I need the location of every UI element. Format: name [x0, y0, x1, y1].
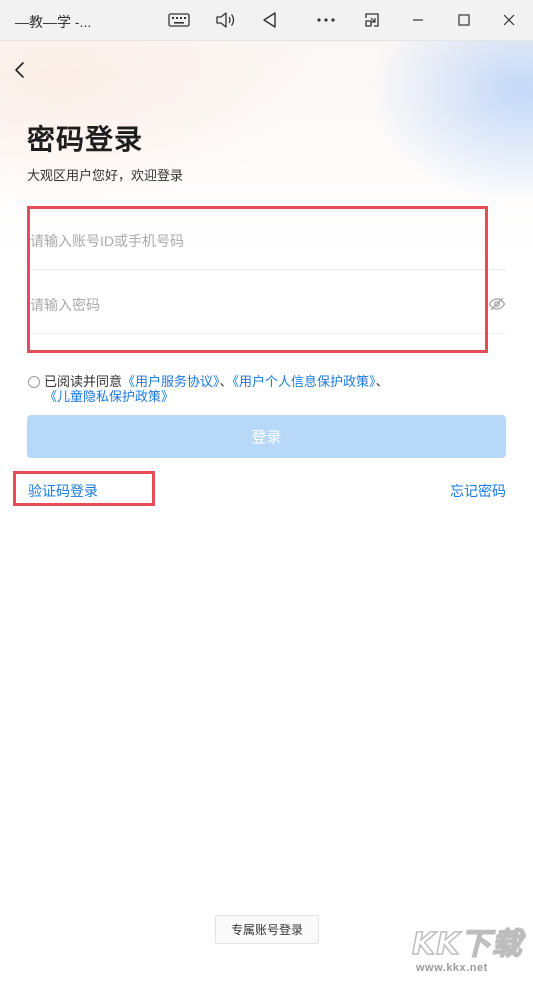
watermark-char: K — [411, 927, 436, 963]
login-button[interactable]: 登录 — [27, 415, 506, 458]
agree-separator: 、 — [219, 374, 233, 389]
more-icon[interactable] — [314, 8, 338, 32]
user-service-agreement-link[interactable]: 《用户服务协议》 — [122, 374, 220, 389]
watermark-char: K — [435, 927, 460, 963]
back-chevron-icon[interactable] — [10, 60, 30, 80]
page-subtitle: 大观区用户您好，欢迎登录 — [27, 168, 184, 183]
forgot-password-link[interactable]: 忘记密码 — [450, 481, 506, 501]
minimize-icon[interactable] — [406, 8, 430, 32]
agree-separator: 、 — [375, 374, 389, 389]
eye-off-icon[interactable] — [488, 295, 506, 313]
maximize-icon[interactable] — [452, 8, 476, 32]
agree-prefix: 已阅读并同意 — [44, 374, 123, 389]
window-titlebar: —教—学 -... — [0, 0, 533, 41]
agreement-text: 已阅读并同意《用户服务协议》、《用户个人信息保护政策》、《儿童隐私保护政策》 — [28, 374, 508, 404]
watermark-url: www.kkx.net — [416, 962, 488, 974]
close-icon[interactable] — [497, 8, 521, 32]
highlight-box-sms — [13, 471, 155, 506]
highlight-box-inputs — [27, 206, 488, 353]
volume-icon[interactable] — [213, 8, 237, 32]
agree-radio[interactable] — [28, 376, 40, 388]
watermark-char: 下 — [460, 927, 492, 963]
window-title: —教—学 -... — [15, 14, 92, 30]
child-privacy-policy-link[interactable]: 《儿童隐私保护政策》 — [44, 389, 174, 404]
exclusive-account-login-button[interactable]: 专属账号登录 — [215, 915, 319, 944]
keyboard-icon[interactable] — [167, 8, 191, 32]
page-title: 密码登录 — [27, 124, 144, 155]
watermark-logo: K K 下 载 www.kkx.net — [411, 927, 532, 988]
watermark-char: 载 — [491, 927, 523, 963]
privacy-policy-link[interactable]: 《用户个人信息保护政策》 — [233, 374, 376, 389]
snap-icon[interactable] — [360, 8, 384, 32]
agreement: 已阅读并同意《用户服务协议》、《用户个人信息保护政策》、《儿童隐私保护政策》 — [28, 374, 508, 404]
back-triangle-icon[interactable] — [258, 8, 282, 32]
